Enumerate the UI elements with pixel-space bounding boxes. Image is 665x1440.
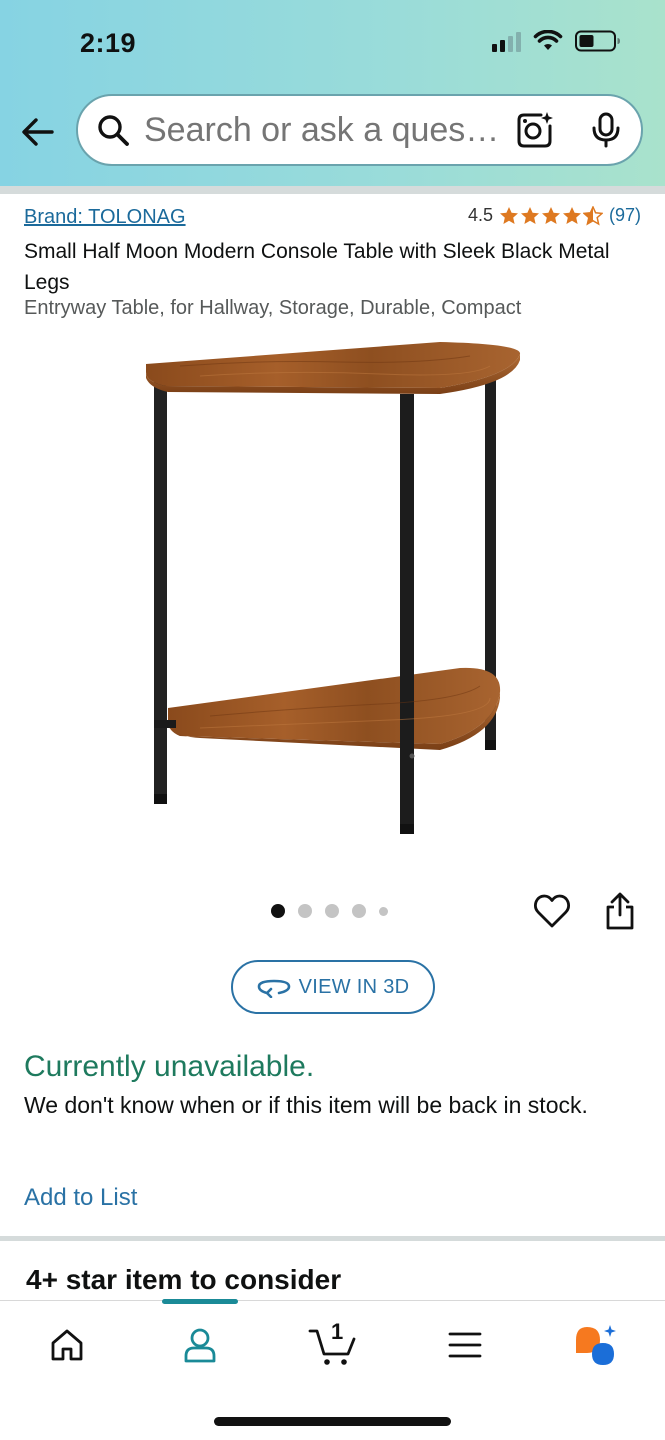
star-icon [499, 206, 518, 224]
microphone-icon[interactable] [589, 112, 623, 148]
nav-account[interactable] [175, 1321, 225, 1369]
pager-dot[interactable] [298, 904, 312, 918]
search-input[interactable] [144, 110, 505, 150]
pager-dot[interactable] [352, 904, 366, 918]
star-rating [499, 205, 603, 226]
rotate-3d-icon [257, 979, 290, 998]
home-indicator [214, 1417, 451, 1426]
product-image[interactable] [140, 336, 530, 846]
nav-home[interactable] [42, 1321, 92, 1369]
pager-dot[interactable] [271, 904, 285, 918]
view-in-3d-label: VIEW IN 3D [298, 975, 410, 998]
rating-summary[interactable]: 4.5 (97) [468, 205, 641, 226]
camera-lens-icon[interactable] [515, 110, 555, 150]
share-icon[interactable] [603, 891, 637, 931]
rufus-assistant-icon [576, 1325, 616, 1365]
back-arrow-icon[interactable] [18, 112, 58, 152]
pager-dot[interactable] [325, 904, 339, 918]
rating-count[interactable]: (97) [609, 205, 641, 226]
heart-icon[interactable] [533, 893, 571, 929]
battery-icon [575, 30, 620, 52]
cart-count: 1 [331, 1319, 344, 1344]
star-icon [541, 206, 560, 224]
section-divider [0, 1236, 665, 1241]
view-in-3d-button[interactable]: VIEW IN 3D [231, 960, 435, 1014]
search-icon [98, 115, 129, 146]
status-time: 2:19 [80, 28, 137, 58]
image-pager[interactable] [271, 904, 388, 918]
brand-link[interactable]: Brand: TOLONAG [24, 206, 186, 229]
active-tab-indicator [162, 1299, 238, 1304]
nav-cart[interactable]: 1 [306, 1319, 362, 1369]
header-divider [0, 186, 665, 194]
product-subtitle: Entryway Table, for Hallway, Storage, Du… [24, 297, 522, 319]
star-icon [562, 206, 581, 224]
pager-dot[interactable] [379, 906, 388, 916]
nav-menu[interactable] [440, 1321, 490, 1369]
star-icon [520, 206, 539, 224]
availability-status: Currently unavailable. [24, 1050, 315, 1083]
app-header: 2:19 [0, 0, 665, 186]
half-star-icon [582, 205, 603, 226]
home-icon [51, 1329, 83, 1361]
product-title: Small Half Moon Modern Console Table wit… [24, 240, 610, 294]
account-icon [184, 1328, 216, 1363]
availability-description: We don't know when or if this item will … [24, 1092, 588, 1118]
wifi-icon [533, 30, 563, 50]
recommendations-title: 4+ star item to consider [26, 1264, 342, 1295]
menu-icon [448, 1332, 482, 1358]
search-bar[interactable] [76, 94, 643, 166]
status-icons [492, 30, 621, 52]
cellular-signal-icon [492, 30, 521, 52]
rating-value: 4.5 [467, 205, 493, 225]
bottom-nav: 1 [0, 1299, 665, 1440]
nav-rufus[interactable] [570, 1321, 620, 1369]
add-to-list-link[interactable]: Add to List [24, 1184, 137, 1212]
